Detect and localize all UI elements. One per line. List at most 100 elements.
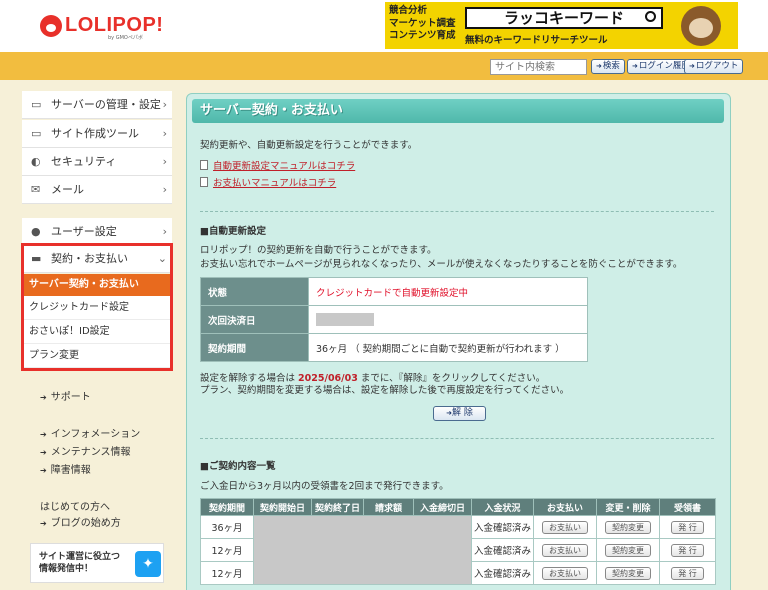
pay-button[interactable]: お支払い (542, 566, 589, 580)
sidebar-sub-credit-card[interactable]: クレジットカード設定 (24, 296, 170, 320)
period-cell: 12ヶ月 (200, 538, 254, 562)
shield-icon: ◐ (31, 155, 41, 168)
sidebar-link-information[interactable]: ➔ インフォメーション (40, 425, 140, 440)
sidebar-link-support[interactable]: ➔ サポート (40, 388, 91, 403)
ad-line: コンテンツ育成 (389, 30, 456, 41)
col-period: 契約期間 (200, 498, 254, 516)
col-pay: お支払い (533, 498, 598, 516)
link-label: 障害情報 (50, 465, 91, 476)
pay-cell: お支払い (533, 515, 598, 539)
arrow-right-icon: ➜ (632, 62, 638, 70)
info-banner-text: サイト運営に役立つ 情報発信中！ (39, 551, 120, 575)
cancel-auto-renew-button[interactable]: ➜解 除 (433, 406, 486, 421)
sidebar-link-failure[interactable]: ➔ 障害情報 (40, 461, 91, 476)
link-label: お支払いマニュアルはコチラ (213, 178, 337, 189)
contracts-desc: ご入金日から3ヶ月以内の受領書を2回まで発行できます。 (200, 481, 449, 492)
chevron-right-icon: › (162, 127, 167, 140)
issue-receipt-button[interactable]: 発 行 (671, 566, 704, 580)
arrow-right-icon: ➜ (596, 62, 602, 70)
sidebar-item-label: ユーザー設定 (51, 225, 117, 238)
payment-manual-link[interactable]: お支払いマニュアルはコチラ (200, 175, 336, 189)
sidebar-item-server[interactable]: ▭ サーバーの管理・設定 › (22, 91, 172, 119)
status-value: クレジットカードで自動更新設定中 (308, 277, 588, 306)
search-button-label: 検索 (602, 61, 620, 71)
col-end: 契約終了日 (310, 498, 365, 516)
issue-receipt-button[interactable]: 発 行 (671, 520, 704, 534)
receipt-cell: 発 行 (659, 561, 717, 585)
status-cell: 入金確認済み (471, 515, 535, 539)
change-contract-button[interactable]: 契約変更 (605, 566, 652, 580)
arrow-icon: ➔ (40, 519, 47, 528)
col-start: 契約開始日 (253, 498, 312, 516)
period-cell: 36ヶ月 (200, 515, 254, 539)
lolipop-logo[interactable]: LOLIPOP! (40, 14, 163, 37)
redacted-block (252, 515, 473, 585)
auto-renew-table: 状態 クレジットカードで自動更新設定中 次回決済日 契約期間 36ヶ月 （ 契約… (200, 277, 588, 362)
sidebar-item-site-tools[interactable]: ▭ サイト作成ツール › (22, 120, 172, 148)
pay-button[interactable]: お支払い (542, 543, 589, 557)
ad-title: ラッコキーワード (465, 7, 663, 29)
table-row: 次回決済日 (200, 305, 588, 334)
ad-line: 競合分析 (389, 5, 428, 16)
table-row: 状態 クレジットカードで自動更新設定中 (200, 277, 588, 306)
search-button[interactable]: ➜検索 (591, 59, 625, 74)
ad-line: マーケット調査 (389, 17, 456, 29)
table-header-row: 契約期間 契約開始日 契約終了日 請求額 入金締切日 入金状況 お支払い 変更・… (200, 498, 717, 516)
sidebar-sub-server-contract[interactable]: サーバー契約・お支払い (24, 274, 170, 296)
lolipop-logo-icon (40, 14, 62, 37)
link-label: サポート (50, 392, 91, 403)
auto-renew-desc2: お支払い忘れでホームページが見られなくなったり、メールが使えなくなったりすること… (200, 259, 683, 270)
col-amount: 請求額 (363, 498, 415, 516)
arrow-icon: ➔ (40, 448, 47, 457)
document-icon (200, 177, 208, 187)
sidebar-item-label: サーバーの管理・設定 (51, 98, 161, 111)
arrow-icon: ➔ (40, 393, 47, 402)
issue-receipt-button[interactable]: 発 行 (671, 543, 704, 557)
magnifier-icon (645, 11, 656, 22)
sidebar-item-security[interactable]: ◐ セキュリティ › (22, 148, 172, 176)
table-row: 36ヶ月 入金確認済み お支払い 契約変更 発 行 (200, 515, 717, 585)
sidebar-link-maintenance[interactable]: ➔ メンテナンス情報 (40, 443, 131, 458)
banner-line: サイト運営に役立つ (39, 552, 121, 562)
button-label: 解 除 (452, 408, 473, 418)
header: LOLIPOP! by GMOペパボ 競合分析 マーケット調査 コンテンツ育成 … (0, 0, 768, 52)
chevron-right-icon: › (162, 225, 167, 238)
sidebar-link-blog-start[interactable]: ➔ ブログの始め方 (40, 514, 121, 529)
mail-icon: ✉ (31, 183, 41, 196)
divider (200, 211, 714, 212)
sidebar-sub-plan-change[interactable]: プラン変更 (24, 344, 170, 368)
sidebar-sub-osaipo-id[interactable]: おさいぽ！ID設定 (24, 320, 170, 344)
change-contract-button[interactable]: 契約変更 (605, 543, 652, 557)
link-label: メンテナンス情報 (50, 447, 131, 458)
arrow-icon: ➔ (40, 466, 47, 475)
arrow-right-icon: ➜ (689, 62, 695, 70)
change-contract-button[interactable]: 契約変更 (605, 520, 652, 534)
sidebar-item-user-settings[interactable]: ● ユーザー設定 › (22, 218, 172, 246)
pay-cell: お支払い (533, 538, 598, 562)
link-label: インフォメーション (50, 429, 141, 440)
status-label: 状態 (200, 277, 309, 306)
status-cell: 入金確認済み (471, 561, 535, 585)
next-payment-value (308, 305, 588, 334)
sidebar-link-beginners[interactable]: はじめての方へ (40, 498, 110, 513)
sidebar-item-label: サイト作成ツール (51, 127, 139, 140)
ad-banner[interactable]: 競合分析 マーケット調査 コンテンツ育成 ラッコキーワード 無料のキーワードリサ… (385, 2, 738, 49)
intro-text: 契約更新や、自動更新設定を行うことができます。 (200, 140, 418, 151)
pay-button[interactable]: お支払い (542, 520, 589, 534)
logout-button[interactable]: ➜ログアウト (684, 59, 744, 74)
arrow-icon: ➔ (40, 430, 47, 439)
col-receipt: 受領書 (659, 498, 717, 516)
site-search-input[interactable] (490, 59, 587, 75)
contract-period-label: 契約期間 (200, 333, 309, 362)
pay-cell: お支払い (533, 561, 598, 585)
ad-left-text: 競合分析 マーケット調査 コンテンツ育成 (389, 5, 456, 43)
login-history-label: ログイン履歴 (638, 61, 690, 71)
sidebar-item-mail[interactable]: ✉ メール › (22, 176, 172, 204)
table-row: 契約期間 36ヶ月 （ 契約期間ごとに自動で契約更新が行われます ） (200, 333, 588, 362)
col-change: 変更・削除 (596, 498, 661, 516)
change-cell: 契約変更 (596, 538, 661, 562)
chevron-right-icon: › (162, 183, 167, 196)
info-banner[interactable]: サイト運営に役立つ 情報発信中！ ✦ (30, 543, 164, 583)
banner-line: 情報発信中！ (39, 564, 94, 574)
auto-renew-manual-link[interactable]: 自動更新設定マニュアルはコチラ (200, 158, 355, 172)
